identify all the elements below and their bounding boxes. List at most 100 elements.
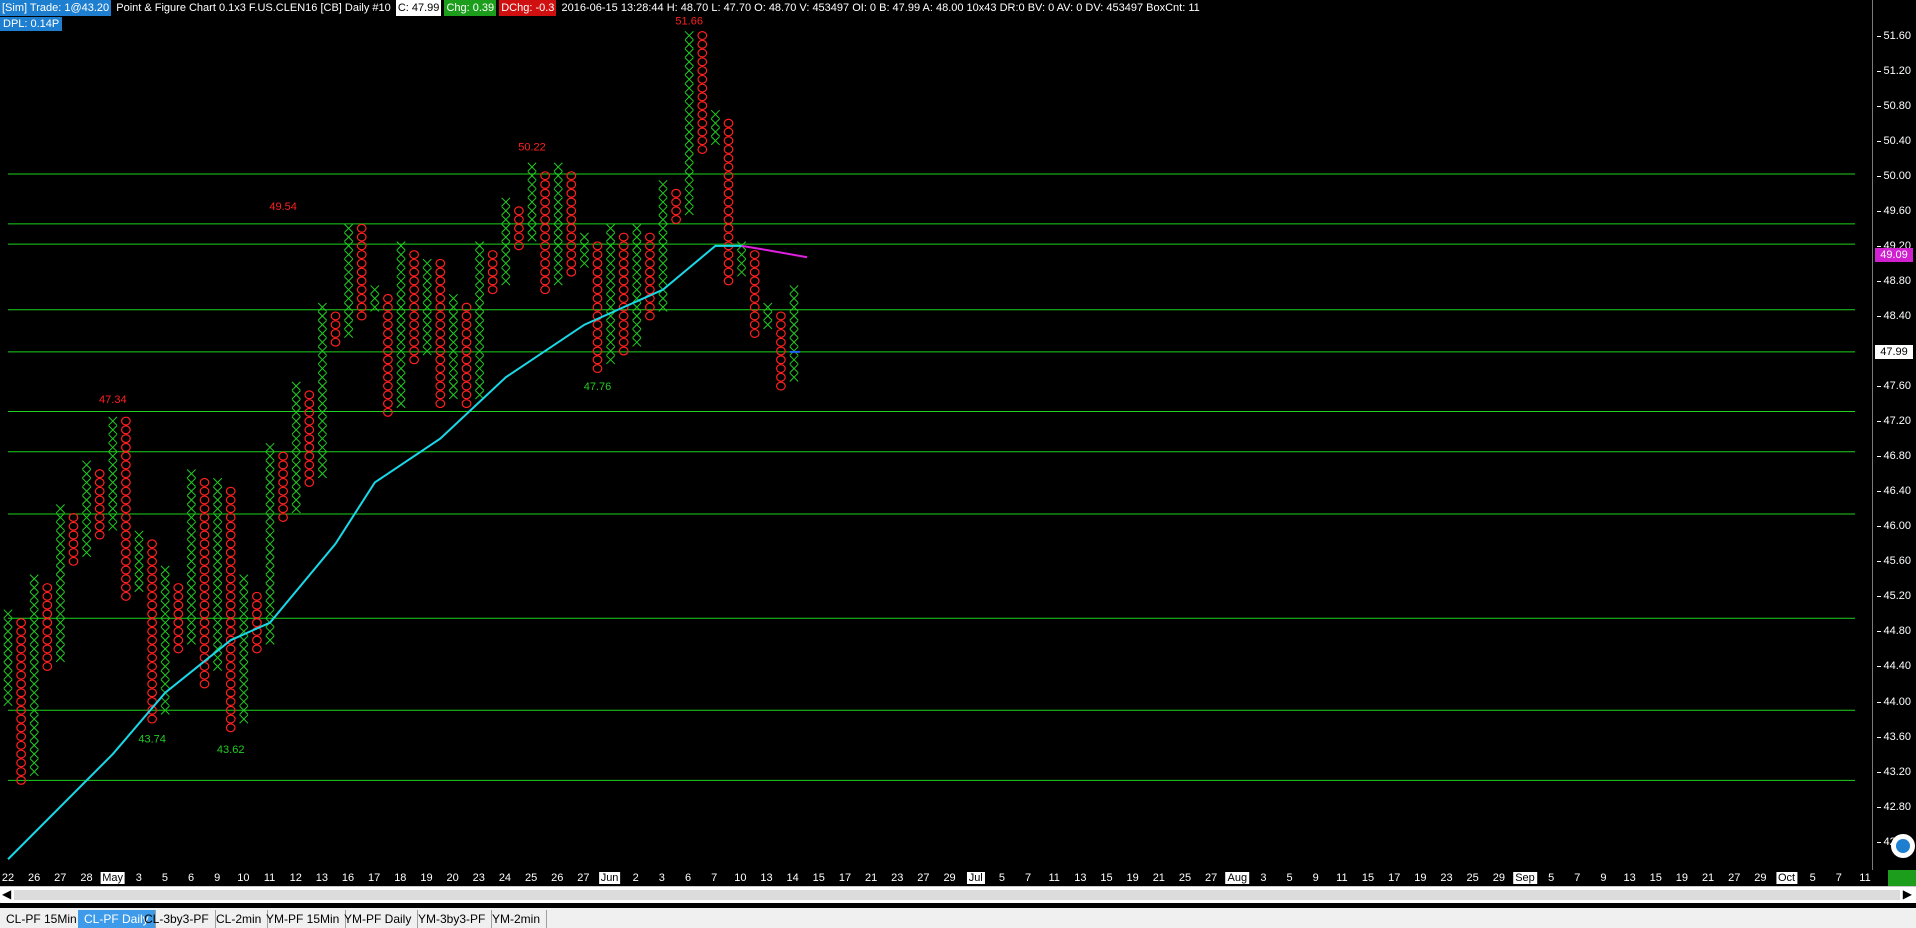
pf-o-mark: [251, 591, 262, 601]
pf-x-mark: [108, 416, 118, 426]
pf-o-mark: [592, 337, 603, 347]
pf-o-mark: [225, 574, 236, 584]
pf-x-mark: [3, 644, 13, 654]
date-tick: 27: [1205, 872, 1218, 884]
pf-o-mark: [618, 267, 629, 277]
horizontal-scrollbar[interactable]: ◀ ▶: [0, 886, 1916, 903]
pf-o-mark: [16, 679, 26, 689]
pf-o-mark: [330, 328, 341, 338]
pf-o-mark: [199, 574, 210, 584]
pf-x-mark: [317, 320, 327, 330]
pf-o-mark: [540, 171, 550, 181]
pf-x-mark: [317, 390, 327, 400]
pf-x-mark: [317, 434, 327, 444]
price-axis[interactable]: 51.60 51.20 50.80 50.40 50.00 49.60 49.20 48.80…: [1872, 0, 1916, 870]
price-tick: 43.20: [1877, 765, 1911, 778]
pf-x-mark: [396, 328, 406, 339]
pf-o-mark: [723, 258, 734, 268]
pf-x-mark: [606, 232, 616, 242]
pf-x-mark: [632, 223, 642, 233]
chart-tab[interactable]: CL-PF 15Min: [0, 910, 84, 928]
pf-o-mark: [356, 276, 367, 286]
scroll-right-arrow-icon[interactable]: ▶: [1903, 887, 1912, 901]
pf-o-mark: [16, 653, 26, 663]
pf-x-mark: [3, 635, 13, 645]
pf-o-mark: [645, 311, 655, 321]
pf-x-mark: [396, 337, 406, 347]
pf-o-mark: [147, 635, 158, 645]
pf-x-mark: [579, 241, 589, 251]
pf-x-mark: [239, 591, 249, 601]
pf-x-mark: [527, 214, 537, 225]
pf-x-mark: [579, 258, 589, 268]
pf-o-mark: [147, 688, 158, 698]
pf-x-mark: [396, 258, 406, 268]
pf-x-mark: [291, 486, 301, 496]
pf-o-mark: [383, 372, 393, 382]
pf-o-mark: [278, 469, 289, 479]
pf-o-mark: [356, 258, 367, 268]
pf-x-mark: [422, 285, 432, 295]
pf-x-mark: [658, 267, 668, 277]
pf-o-mark: [435, 258, 446, 268]
pf-o-mark: [42, 609, 53, 619]
pf-o-mark: [487, 258, 498, 268]
pf-o-mark: [42, 661, 53, 671]
pf-x-mark: [29, 723, 39, 733]
pf-o-mark: [304, 407, 315, 417]
pf-x-mark: [475, 267, 485, 277]
pf-o-mark: [251, 609, 262, 619]
pf-o-mark: [697, 127, 708, 137]
pf-o-mark: [304, 451, 315, 461]
pf-o-mark: [383, 293, 393, 303]
pf-o-mark: [68, 556, 79, 566]
pf-x-mark: [82, 469, 92, 479]
pf-o-mark: [356, 250, 367, 260]
pf-x-mark: [658, 206, 668, 216]
pf-o-mark: [540, 267, 550, 277]
pf-o-mark: [42, 591, 53, 601]
price-tick: 50.40: [1877, 134, 1911, 147]
pf-x-mark: [344, 285, 354, 295]
pf-x-mark: [55, 512, 65, 523]
pf-x-mark: [186, 556, 196, 566]
pf-x-mark: [108, 521, 118, 531]
pf-o-mark: [435, 337, 446, 347]
pf-x-mark: [553, 162, 563, 172]
pf-o-mark: [435, 276, 446, 286]
pf-o-mark: [199, 670, 210, 680]
scroll-left-arrow-icon[interactable]: ◀: [2, 887, 11, 901]
pf-x-mark: [239, 600, 249, 610]
chart-tab[interactable]: YM-2min: [486, 910, 548, 928]
pf-x-mark: [317, 381, 327, 391]
zoom-icon[interactable]: [1891, 834, 1915, 858]
pf-x-mark: [632, 241, 642, 251]
pf-x-mark: [422, 337, 432, 347]
pf-x-mark: [658, 214, 668, 225]
pf-o-mark: [225, 539, 236, 549]
pf-o-mark: [120, 486, 131, 496]
date-axis[interactable]: 22 26 27 28 May 3 5 6 9 10 11 12 13 16 17 18 19 20 23 24 25 2…: [0, 870, 1916, 886]
price-tick: 48.80: [1877, 274, 1911, 287]
pf-x-mark: [344, 258, 354, 268]
date-tick: 17: [368, 872, 381, 884]
pf-o-mark: [618, 276, 629, 286]
pf-x-mark: [632, 267, 642, 277]
date-tick: 15: [812, 872, 825, 884]
pf-x-mark: [82, 521, 92, 531]
date-month-label: Jun: [598, 872, 621, 884]
chart-tab[interactable]: YM-PF Daily: [338, 910, 419, 928]
chart-tab[interactable]: YM-3by3-PF: [412, 910, 493, 928]
pf-x-mark: [344, 241, 354, 251]
pf-o-mark: [304, 425, 315, 435]
scroll-thumb[interactable]: [14, 890, 1900, 900]
pf-x-mark: [29, 740, 39, 750]
pf-o-mark: [749, 285, 760, 295]
date-month-label: Oct: [1775, 872, 1798, 884]
chart-tab[interactable]: YM-PF 15Min: [260, 910, 347, 928]
pf-x-mark: [344, 293, 354, 303]
pf-x-mark: [213, 547, 223, 558]
pf-chart-plot[interactable]: 47.34 49.54 50.22 51.66 43.74 43.62 47.76: [0, 0, 1872, 870]
chart-tab[interactable]: CL-3by3-PF: [138, 910, 216, 928]
pf-o-mark: [278, 495, 289, 505]
